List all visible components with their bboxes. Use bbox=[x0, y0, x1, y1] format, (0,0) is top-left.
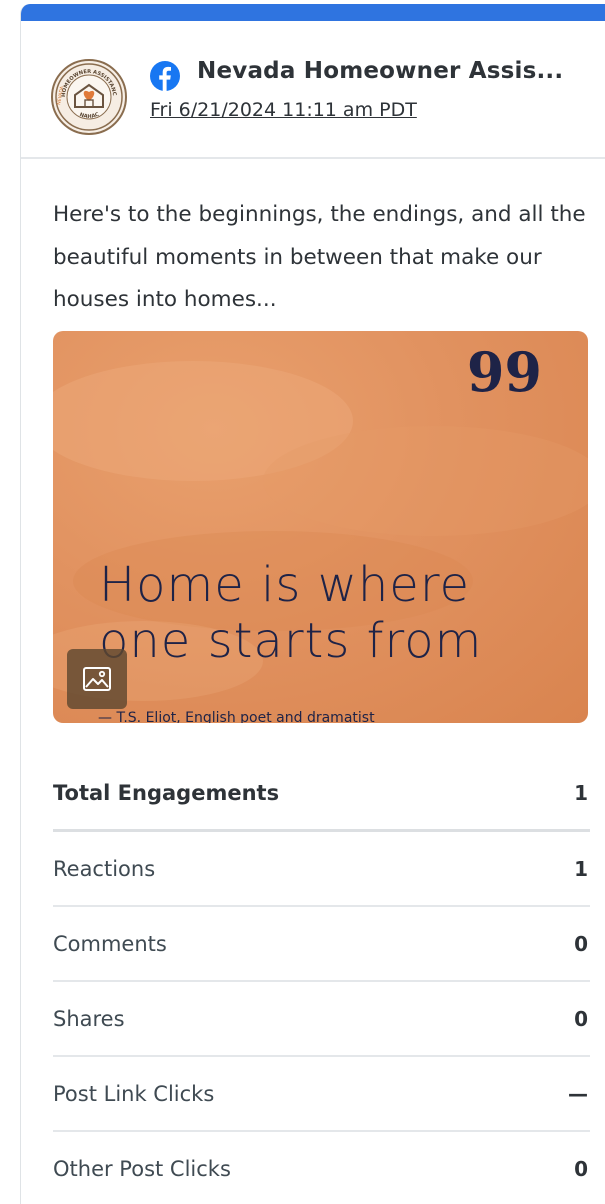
image-type-badge[interactable] bbox=[67, 649, 127, 709]
metric-value: — bbox=[568, 1081, 588, 1106]
metric-label: Shares bbox=[53, 1006, 125, 1031]
avatar[interactable]: HOMEOWNER ASSISTANCE FUND NAHAC NEVADA bbox=[51, 59, 127, 135]
engagement-metrics: Total Engagements 1 Reactions 1 Comments… bbox=[53, 757, 590, 1204]
post-header: HOMEOWNER ASSISTANCE FUND NAHAC NEVADA N… bbox=[21, 21, 605, 159]
metric-total-engagements: Total Engagements 1 bbox=[53, 757, 590, 832]
metric-other-post-clicks: Other Post Clicks 0 bbox=[53, 1132, 590, 1204]
metric-shares: Shares 0 bbox=[53, 982, 590, 1057]
metric-value: 0 bbox=[574, 1006, 588, 1031]
quote-author: — T.S. Eliot, English poet and dramatist bbox=[98, 710, 375, 723]
metric-value: 0 bbox=[574, 1156, 588, 1181]
post-card: HOMEOWNER ASSISTANCE FUND NAHAC NEVADA N… bbox=[20, 4, 605, 1204]
nahac-logo-icon: HOMEOWNER ASSISTANCE FUND NAHAC NEVADA bbox=[53, 61, 123, 131]
metric-comments: Comments 0 bbox=[53, 907, 590, 982]
image-icon bbox=[83, 667, 111, 691]
metric-label: Other Post Clicks bbox=[53, 1156, 231, 1181]
quote-line-2: one starts from bbox=[99, 613, 483, 669]
metric-value: 0 bbox=[574, 931, 588, 956]
metric-label: Post Link Clicks bbox=[53, 1081, 215, 1106]
metric-label: Reactions bbox=[53, 856, 156, 881]
metric-label: Comments bbox=[53, 931, 167, 956]
quote-mark-icon: 99 bbox=[466, 340, 542, 404]
metric-post-link-clicks: Post Link Clicks — bbox=[53, 1057, 590, 1132]
post-date-link[interactable]: Fri 6/21/2024 11:11 am PDT bbox=[150, 99, 417, 121]
quote-line-1: Home is where bbox=[99, 557, 471, 613]
card-accent-bar bbox=[21, 4, 605, 21]
account-name[interactable]: Nevada Homeowner Assis... bbox=[197, 58, 563, 84]
quote-text: Home is where one starts from bbox=[99, 557, 482, 669]
post-image[interactable]: 99 Home is where one starts from — T.S. … bbox=[53, 331, 588, 723]
metric-label: Total Engagements bbox=[53, 781, 280, 805]
metric-value: 1 bbox=[574, 856, 588, 881]
metric-value: 1 bbox=[574, 781, 588, 805]
post-text: Here's to the beginnings, the endings, a… bbox=[53, 202, 586, 312]
metric-reactions: Reactions 1 bbox=[53, 832, 590, 907]
facebook-icon bbox=[150, 61, 180, 91]
